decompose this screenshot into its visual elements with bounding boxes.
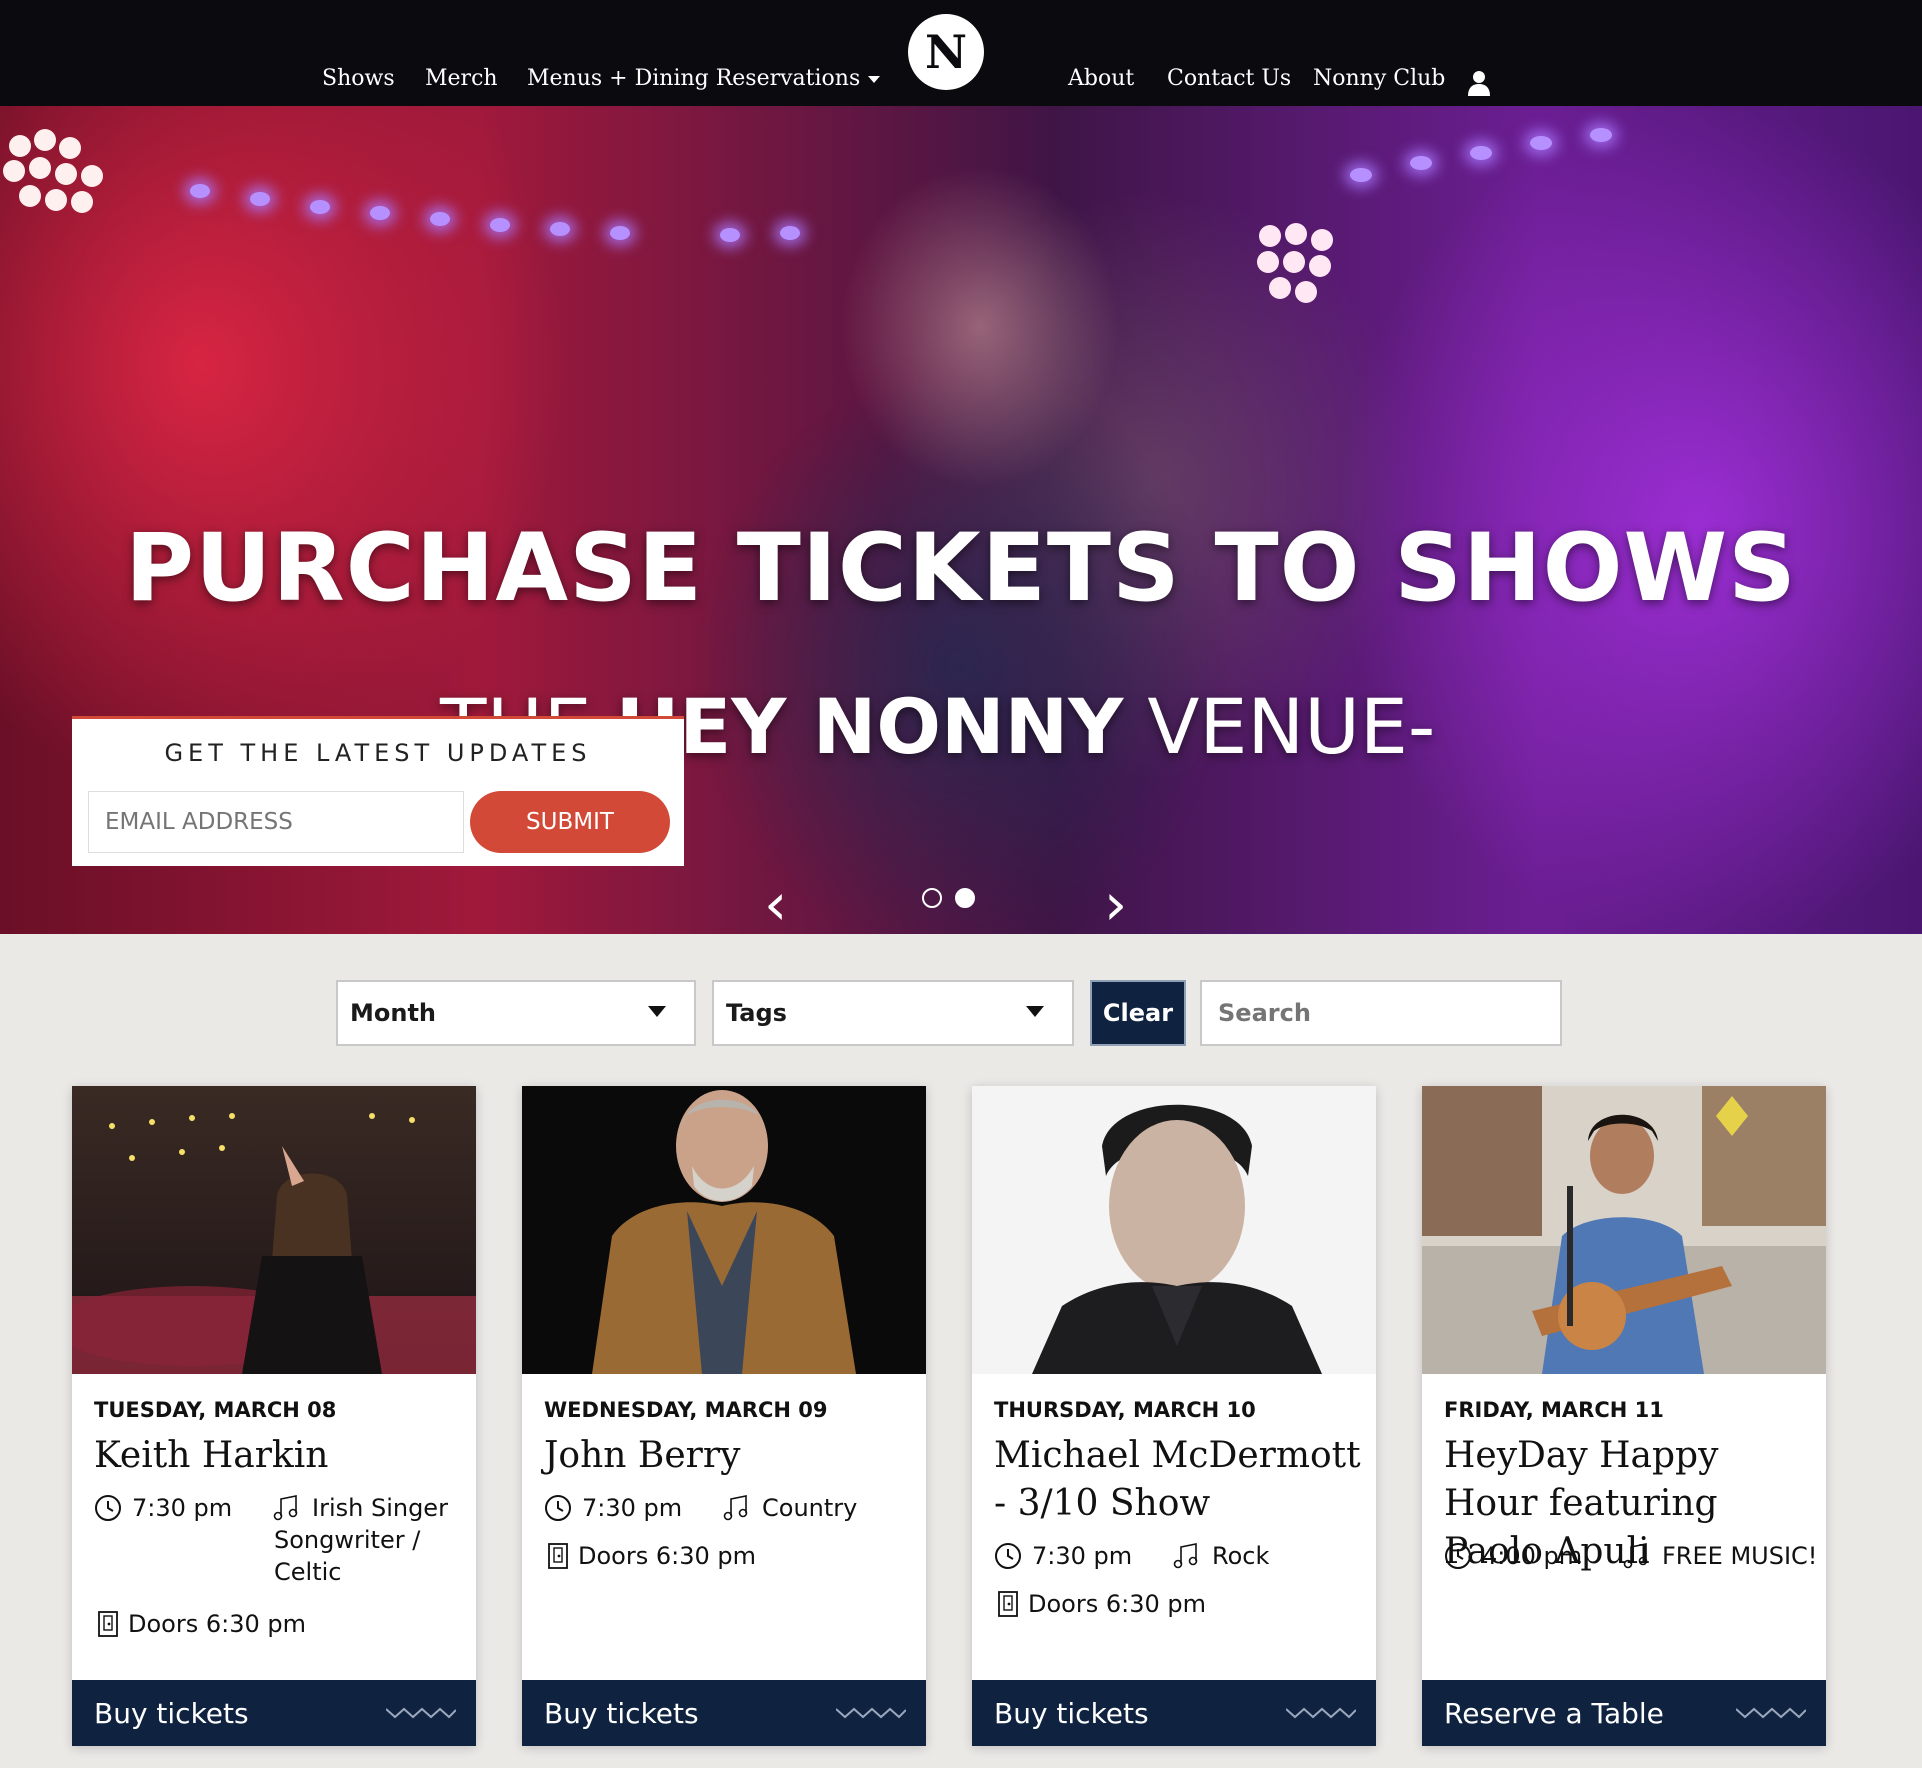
wave-icon [836,1707,906,1719]
event-image[interactable] [972,1086,1376,1374]
buy-tickets-button[interactable]: Buy tickets [72,1680,476,1746]
nav-contact[interactable]: Contact Us [1167,66,1291,91]
buy-tickets-button[interactable]: Buy tickets [972,1680,1376,1746]
carousel-dot-2[interactable] [955,888,975,908]
nav-merch[interactable]: Merch [425,66,498,91]
hero-subtitle-suffix: VENUE- [1123,682,1436,771]
music-note-icon [723,1495,748,1521]
event-card[interactable]: FRIDAY, MARCH 11 HeyDay Happy Hour featu… [1422,1086,1826,1746]
buy-tickets-label: Buy tickets [544,1696,699,1730]
email-field[interactable] [88,791,464,853]
music-note-icon [1623,1543,1648,1569]
nav-menus-dining-label: Menus + Dining Reservations [527,66,861,91]
music-note-icon [1173,1543,1198,1569]
event-tag: Irish Singer Songwriter / Celtic [274,1494,448,1586]
wave-icon [386,1707,456,1719]
nav-shows[interactable]: Shows [322,66,395,91]
event-tag: Rock [1212,1542,1270,1570]
clock-icon [95,1495,121,1521]
event-date: THURSDAY, MARCH 10 [994,1398,1256,1422]
event-title[interactable]: John Berry [544,1432,914,1480]
event-time: 4:00 pm [1482,1542,1583,1570]
top-nav: Shows Merch Menus + Dining Reservations … [0,0,1922,106]
wave-icon [1286,1707,1356,1719]
hero-title: PURCHASE TICKETS TO SHOWS [125,514,1797,623]
newsletter-signup: GET THE LATEST UPDATES SUBMIT [72,716,684,866]
dropdown-arrow-icon [1026,1006,1044,1017]
month-select[interactable]: Month [336,980,696,1046]
event-image[interactable] [522,1086,926,1374]
event-card[interactable]: WEDNESDAY, MARCH 09 John Berry 7:30 pm C… [522,1086,926,1746]
event-tag: Country [762,1494,858,1522]
venue-logo[interactable]: N [908,14,984,90]
buy-tickets-label: Buy tickets [94,1696,249,1730]
event-image[interactable] [72,1086,476,1374]
event-doors: Doors 6:30 pm [128,1610,306,1638]
event-image[interactable] [1422,1086,1826,1374]
nav-nonny-club[interactable]: Nonny Club [1313,66,1445,91]
buy-tickets-label: Buy tickets [994,1696,1149,1730]
logo-letter: N [924,25,968,79]
buy-tickets-button[interactable]: Buy tickets [522,1680,926,1746]
clock-icon [995,1543,1021,1569]
chevron-right-icon[interactable]: › [1104,870,1127,934]
event-date: FRIDAY, MARCH 11 [1444,1398,1664,1422]
door-icon [998,1591,1018,1617]
event-doors: Doors 6:30 pm [578,1542,756,1570]
dropdown-arrow-icon [648,1006,666,1017]
event-time: 7:30 pm [1032,1542,1133,1570]
event-date: WEDNESDAY, MARCH 09 [544,1398,828,1422]
reserve-table-button[interactable]: Reserve a Table [1422,1680,1826,1746]
reserve-table-label: Reserve a Table [1444,1696,1664,1730]
user-account-icon[interactable] [1468,70,1490,96]
tags-select[interactable]: Tags [712,980,1074,1046]
event-date: TUESDAY, MARCH 08 [94,1398,337,1422]
event-card[interactable]: THURSDAY, MARCH 10 Michael McDermott - 3… [972,1086,1376,1746]
search-input[interactable] [1200,980,1562,1046]
clock-icon [1445,1543,1471,1569]
wave-icon [1736,1707,1806,1719]
carousel-dot-1[interactable] [922,888,942,908]
event-time: 7:30 pm [132,1494,233,1522]
door-icon [98,1611,118,1637]
spotlight-left [3,129,103,213]
event-title[interactable]: Michael McDermott - 3/10 Show [994,1432,1364,1528]
event-tag: FREE MUSIC! [1662,1542,1818,1570]
hero-subtitle-venue: HEY NONNY [615,682,1124,771]
event-title[interactable]: Keith Harkin [94,1432,464,1480]
nav-menus-dining[interactable]: Menus + Dining Reservations [527,66,881,91]
chevron-left-icon[interactable]: ‹ [764,870,787,934]
submit-button[interactable]: SUBMIT [470,791,670,853]
nav-about[interactable]: About [1068,66,1134,91]
event-doors: Doors 6:30 pm [1028,1590,1206,1618]
clear-filters-button[interactable]: Clear [1090,980,1186,1046]
month-select-label: Month [350,999,437,1027]
event-time: 7:30 pm [582,1494,683,1522]
event-card[interactable]: TUESDAY, MARCH 08 Keith Harkin 7:30 pm I… [72,1086,476,1746]
signup-title: GET THE LATEST UPDATES [164,739,592,767]
caret-down-icon [868,75,881,83]
door-icon [548,1543,568,1569]
clock-icon [545,1495,571,1521]
tags-select-label: Tags [726,999,787,1027]
